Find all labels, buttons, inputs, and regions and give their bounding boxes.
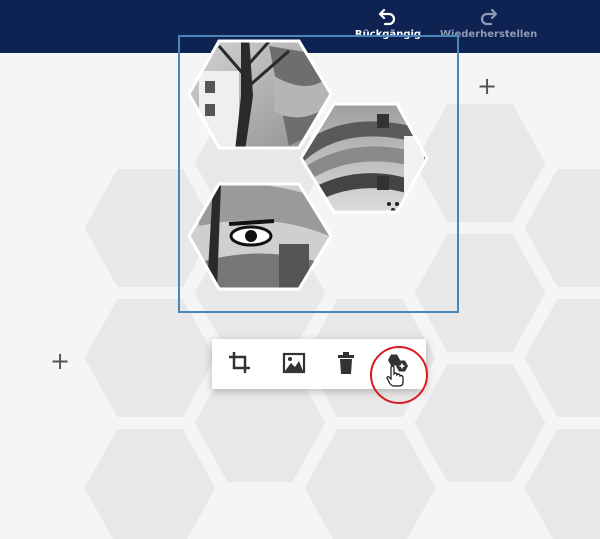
photo-collage[interactable] (179, 36, 459, 312)
image-icon (282, 352, 306, 374)
delete-button[interactable] (332, 349, 360, 377)
hand-pointer-icon (386, 365, 404, 387)
add-row-icon[interactable]: + (50, 349, 70, 373)
replace-image-button[interactable] (280, 349, 308, 377)
crop-icon (229, 352, 250, 373)
redo-arrow-icon (480, 8, 498, 26)
undo-arrow-icon (378, 8, 396, 26)
trash-icon (338, 352, 354, 374)
crop-button[interactable] (226, 349, 254, 377)
photo-tile-bottom-left[interactable] (179, 176, 339, 296)
add-column-icon[interactable]: + (477, 74, 497, 98)
